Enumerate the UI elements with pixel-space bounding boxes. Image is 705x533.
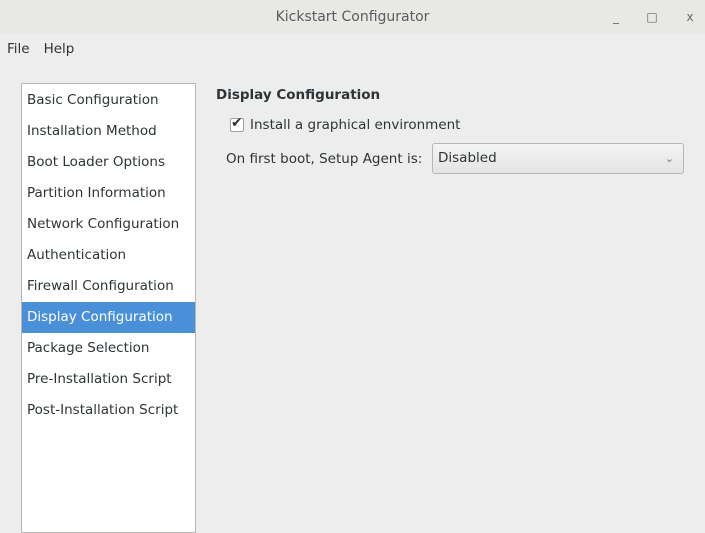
maximize-button[interactable]: □ [643,8,661,26]
menu-file[interactable]: File [0,38,37,62]
setup-agent-value: Disabled [438,150,497,166]
sidebar-item-partition-information[interactable]: Partition Information [22,178,195,209]
checkbox-checked-icon[interactable] [230,115,244,132]
checkbox-label: Install a graphical environment [250,117,461,133]
setup-agent-label: On first boot, Setup Agent is: [226,151,423,167]
title-bar: Kickstart Configurator _ □ x [0,0,705,34]
menu-bar: File Help [0,38,81,62]
sidebar-item-firewall-configuration[interactable]: Firewall Configuration [22,271,195,302]
sidebar-item-display-configuration[interactable]: Display Configuration [22,302,195,333]
setup-agent-dropdown[interactable]: Disabled ⌄ [432,143,684,174]
sidebar-item-authentication[interactable]: Authentication [22,240,195,271]
sidebar-item-installation-method[interactable]: Installation Method [22,116,195,147]
sidebar-item-package-selection[interactable]: Package Selection [22,333,195,364]
chevron-down-icon: ⌄ [664,152,674,165]
section-heading: Display Configuration [216,87,381,103]
close-button[interactable]: x [681,8,699,26]
section-list: Basic Configuration Installation Method … [21,83,196,533]
sidebar-item-pre-installation-script[interactable]: Pre-Installation Script [22,364,195,395]
sidebar-item-network-configuration[interactable]: Network Configuration [22,209,195,240]
sidebar-item-basic-configuration[interactable]: Basic Configuration [22,85,195,116]
sidebar-item-boot-loader-options[interactable]: Boot Loader Options [22,147,195,178]
window-title: Kickstart Configurator [275,9,430,25]
menu-help[interactable]: Help [37,38,82,62]
graphical-environment-checkbox[interactable]: Install a graphical environment [230,115,461,133]
minimize-button[interactable]: _ [607,8,625,26]
sidebar-item-post-installation-script[interactable]: Post-Installation Script [22,395,195,426]
